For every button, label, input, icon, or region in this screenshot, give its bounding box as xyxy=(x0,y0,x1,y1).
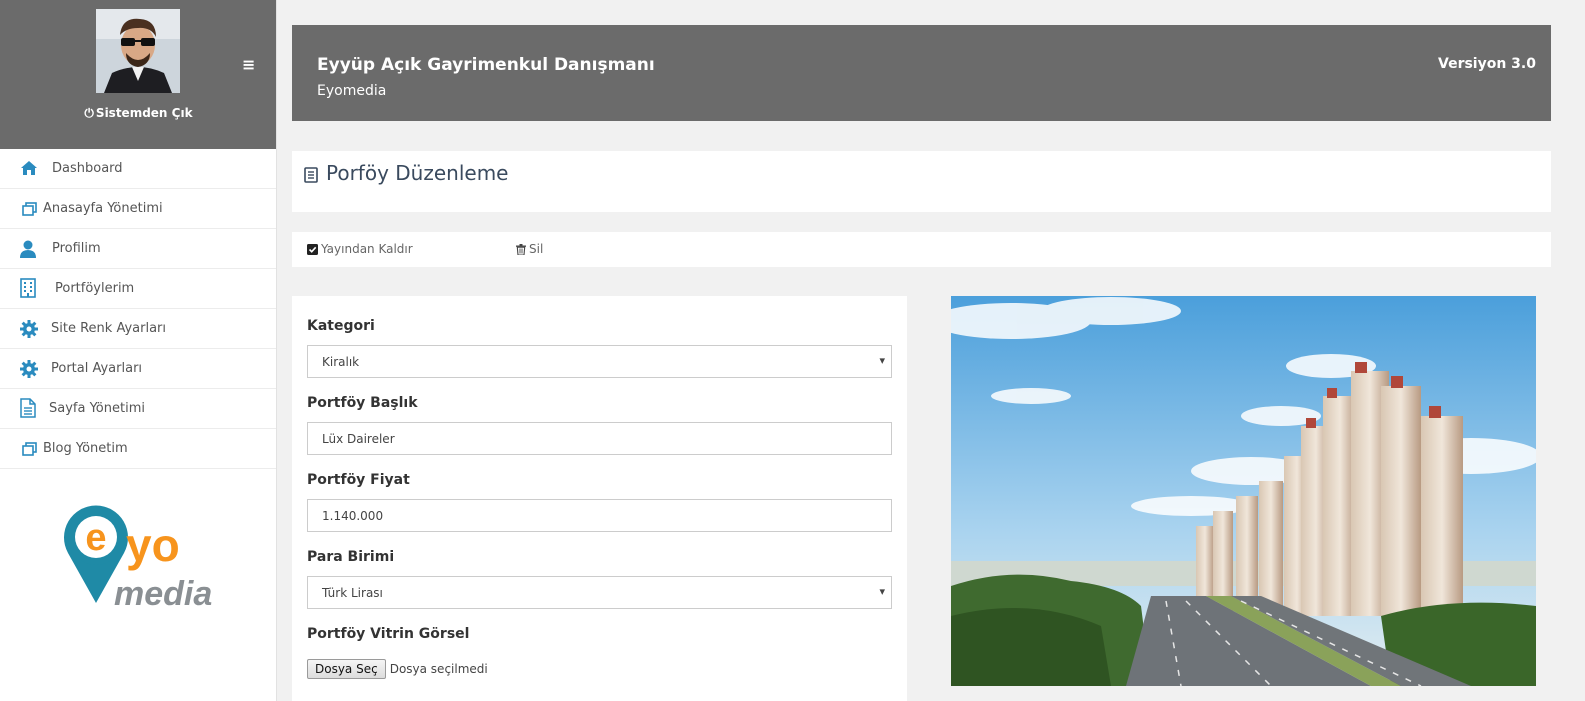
sidebar-item-dashboard[interactable]: Dashboard xyxy=(0,149,276,189)
sidebar-item-label: Portal Ayarları xyxy=(51,361,143,376)
eyomedia-logo: e yo media xyxy=(60,503,220,613)
windows-icon xyxy=(22,201,40,219)
sidebar-item-label: Profilim xyxy=(52,241,101,256)
portfolio-price-value: 1.140.000 xyxy=(322,509,384,523)
unpublish-label: Yayından Kaldır xyxy=(321,242,413,256)
building-icon xyxy=(20,278,38,298)
document-icon xyxy=(20,398,38,418)
unpublish-button[interactable]: Yayından Kaldır xyxy=(307,242,413,258)
top-header: Eyyüp Açık Gayrimenkul Danışmanı Eyomedi… xyxy=(292,25,1551,121)
currency-label: Para Birimi xyxy=(307,549,395,565)
page-title-panel: Porföy Düzenleme xyxy=(292,151,1551,212)
sidebar-nav: Dashboard Anasayfa Yönetimi Profilim Por… xyxy=(0,149,276,469)
sidebar-item-label: Anasayfa Yönetimi xyxy=(43,201,163,216)
trash-icon xyxy=(516,244,526,258)
title-label: Portföy Başlık xyxy=(307,395,418,411)
logout-label: Sistemden Çık xyxy=(95,106,193,120)
gear-icon xyxy=(20,360,38,378)
currency-select[interactable]: Türk Lirası xyxy=(307,576,892,609)
sidebar-item-label: Blog Yönetim xyxy=(43,441,128,456)
price-label: Portföy Fiyat xyxy=(307,472,410,488)
file-status: Dosya seçilmedi xyxy=(389,662,488,676)
delete-label: Sil xyxy=(529,242,544,256)
sidebar-item-sayfa[interactable]: Sayfa Yönetimi xyxy=(0,389,276,429)
sidebar-item-portfoylerim[interactable]: Portföylerim xyxy=(0,269,276,309)
avatar[interactable] xyxy=(96,9,180,93)
logo-letters-yo: yo xyxy=(126,519,180,571)
gear-icon xyxy=(20,320,38,338)
checkbox-checked-icon xyxy=(307,244,318,258)
portfolio-title-input[interactable]: Lüx Daireler xyxy=(307,422,892,455)
file-input: Dosya Seç Dosya seçilmedi xyxy=(307,659,488,679)
action-bar: Yayından Kaldır Sil xyxy=(292,232,1551,267)
windows-icon xyxy=(22,441,40,459)
sidebar-item-label: Dashboard xyxy=(52,161,123,176)
logo-word-media: media xyxy=(114,575,212,613)
sidebar-item-label: Portföylerim xyxy=(55,281,135,296)
hamburger-icon[interactable]: ≡ xyxy=(242,55,255,74)
portfolio-title-value: Lüx Daireler xyxy=(322,432,395,446)
user-icon xyxy=(20,240,38,258)
site-title: Eyyüp Açık Gayrimenkul Danışmanı xyxy=(317,55,655,75)
home-icon xyxy=(20,160,38,178)
sidebar-item-blog[interactable]: Blog Yönetim xyxy=(0,429,276,469)
sidebar-item-anasayfa[interactable]: Anasayfa Yönetimi xyxy=(0,189,276,229)
sidebar-item-label: Sayfa Yönetimi xyxy=(49,401,145,416)
power-icon: ⏻ xyxy=(84,106,94,120)
sidebar-item-portal[interactable]: Portal Ayarları xyxy=(0,349,276,389)
profile-panel: ≡ ⏻ Sistemden Çık xyxy=(0,0,276,149)
currency-value: Türk Lirası xyxy=(322,586,383,600)
category-value: Kiralık xyxy=(322,355,360,369)
version-label: Versiyon 3.0 xyxy=(1438,56,1536,72)
site-subtitle: Eyomedia xyxy=(317,83,387,99)
showcase-image-label: Portföy Vitrin Görsel xyxy=(307,626,470,642)
category-label: Kategori xyxy=(307,318,375,334)
portfolio-showcase-image xyxy=(951,296,1536,686)
portfolio-form: Kategori Kiralık Portföy Başlık Lüx Dair… xyxy=(292,296,907,701)
sidebar-item-label: Site Renk Ayarları xyxy=(51,321,166,336)
choose-file-button[interactable]: Dosya Seç xyxy=(307,659,386,679)
sidebar-item-profilim[interactable]: Profilim xyxy=(0,229,276,269)
category-select[interactable]: Kiralık xyxy=(307,345,892,378)
sidebar: ≡ ⏻ Sistemden Çık Dashboard Anasayfa Yöne… xyxy=(0,0,277,701)
sidebar-item-site-renk[interactable]: Site Renk Ayarları xyxy=(0,309,276,349)
delete-button[interactable]: Sil xyxy=(516,242,543,258)
list-document-icon xyxy=(304,167,318,187)
logo-letter-e: e xyxy=(85,517,106,559)
portfolio-price-input[interactable]: 1.140.000 xyxy=(307,499,892,532)
logout-button[interactable]: ⏻ Sistemden Çık xyxy=(0,106,277,121)
page-title: Porföy Düzenleme xyxy=(326,161,509,185)
